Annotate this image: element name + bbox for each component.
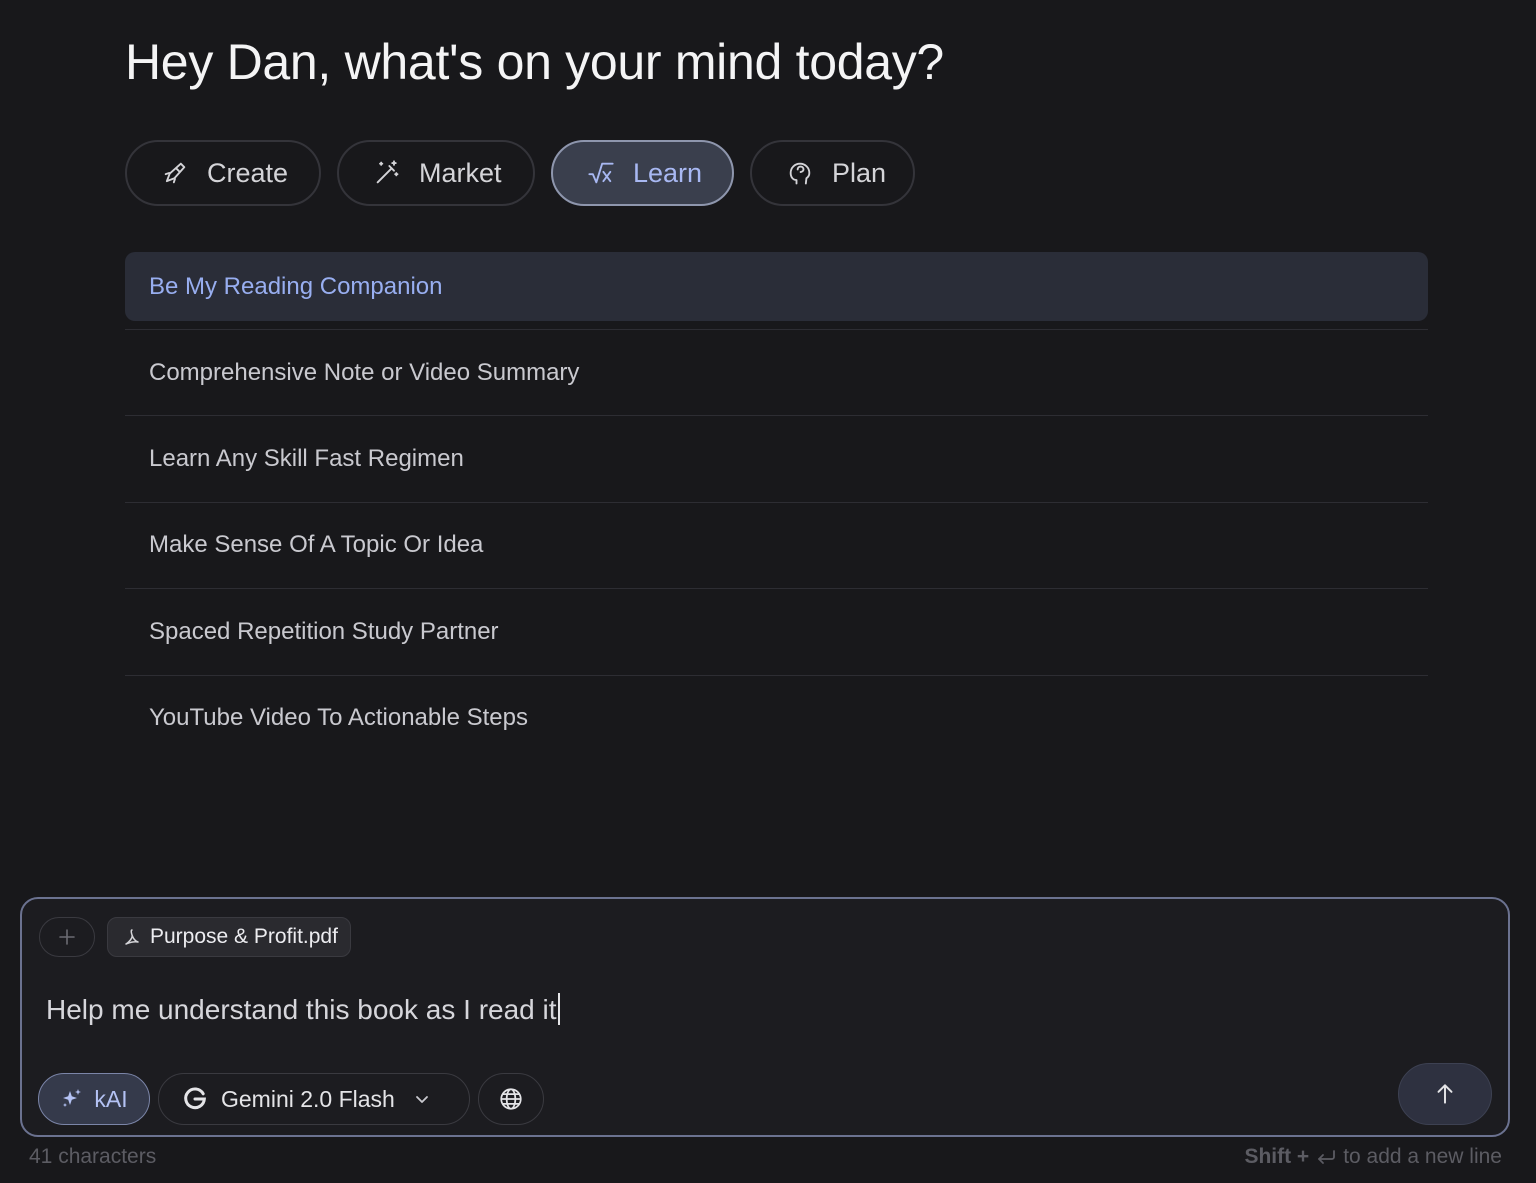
- hint-text: to add a new line: [1343, 1145, 1502, 1168]
- chat-composer: Purpose & Profit.pdf Help me understand …: [20, 897, 1510, 1137]
- page: Hey Dan, what's on your mind today? Crea…: [0, 0, 1536, 1183]
- tab-create[interactable]: Create: [125, 140, 321, 206]
- web-search-button[interactable]: [478, 1073, 544, 1125]
- prompt-item-youtube-steps[interactable]: YouTube Video To Actionable Steps: [125, 674, 1428, 761]
- attachment-row: Purpose & Profit.pdf: [39, 917, 351, 957]
- brain-icon: [786, 159, 814, 187]
- prompt-item-reading-companion[interactable]: Be My Reading Companion: [125, 252, 1428, 321]
- character-count: 41 characters: [29, 1145, 157, 1168]
- tab-market-label: Market: [419, 157, 502, 188]
- hint-shift-key: Shift +: [1244, 1145, 1310, 1168]
- magic-wand-icon: [373, 159, 401, 187]
- rocket-icon: [161, 159, 189, 187]
- sparkle-icon: [60, 1087, 84, 1111]
- attachment-chip[interactable]: Purpose & Profit.pdf: [107, 917, 351, 957]
- arrow-up-icon: [1437, 1084, 1453, 1104]
- pdf-icon: [122, 927, 142, 947]
- add-attachment-button[interactable]: [39, 917, 95, 957]
- message-input[interactable]: Help me understand this book as I read i…: [46, 993, 560, 1026]
- composer-controls: kAI Gemini 2.0 Flash: [38, 1073, 544, 1125]
- square-root-icon: [587, 159, 615, 187]
- tab-plan[interactable]: Plan: [750, 140, 915, 206]
- globe-icon: [500, 1088, 522, 1110]
- google-icon: [181, 1085, 209, 1113]
- page-title: Hey Dan, what's on your mind today?: [125, 34, 944, 90]
- text-caret: [557, 993, 560, 1025]
- model-label: Gemini 2.0 Flash: [221, 1085, 395, 1112]
- enter-key-icon: [1315, 1148, 1337, 1166]
- plus-icon: [59, 929, 75, 945]
- message-input-text: Help me understand this book as I read i…: [46, 994, 557, 1025]
- prompt-item-make-sense[interactable]: Make Sense Of A Topic Or Idea: [125, 501, 1428, 588]
- kai-toggle-button[interactable]: kAI: [38, 1073, 150, 1125]
- prompt-item-learn-skill[interactable]: Learn Any Skill Fast Regimen: [125, 415, 1428, 501]
- prompt-item-spaced-repetition[interactable]: Spaced Repetition Study Partner: [125, 588, 1428, 674]
- tab-market[interactable]: Market: [337, 140, 535, 206]
- prompt-list: Be My Reading Companion Comprehensive No…: [125, 252, 1428, 761]
- tab-plan-label: Plan: [832, 157, 887, 188]
- chevron-down-icon: [413, 1090, 431, 1108]
- tab-learn-label: Learn: [633, 157, 703, 188]
- attachment-filename: Purpose & Profit.pdf: [150, 925, 338, 948]
- tab-create-label: Create: [207, 157, 289, 188]
- category-tabs: Create Market Learn Plan: [125, 140, 931, 206]
- model-selector[interactable]: Gemini 2.0 Flash: [158, 1073, 470, 1125]
- kai-label: kAI: [94, 1085, 128, 1112]
- newline-hint: Shift + to add a new line: [1244, 1145, 1502, 1169]
- prompt-item-note-summary[interactable]: Comprehensive Note or Video Summary: [125, 329, 1428, 415]
- send-button[interactable]: [1398, 1063, 1492, 1125]
- tab-learn[interactable]: Learn: [551, 140, 734, 206]
